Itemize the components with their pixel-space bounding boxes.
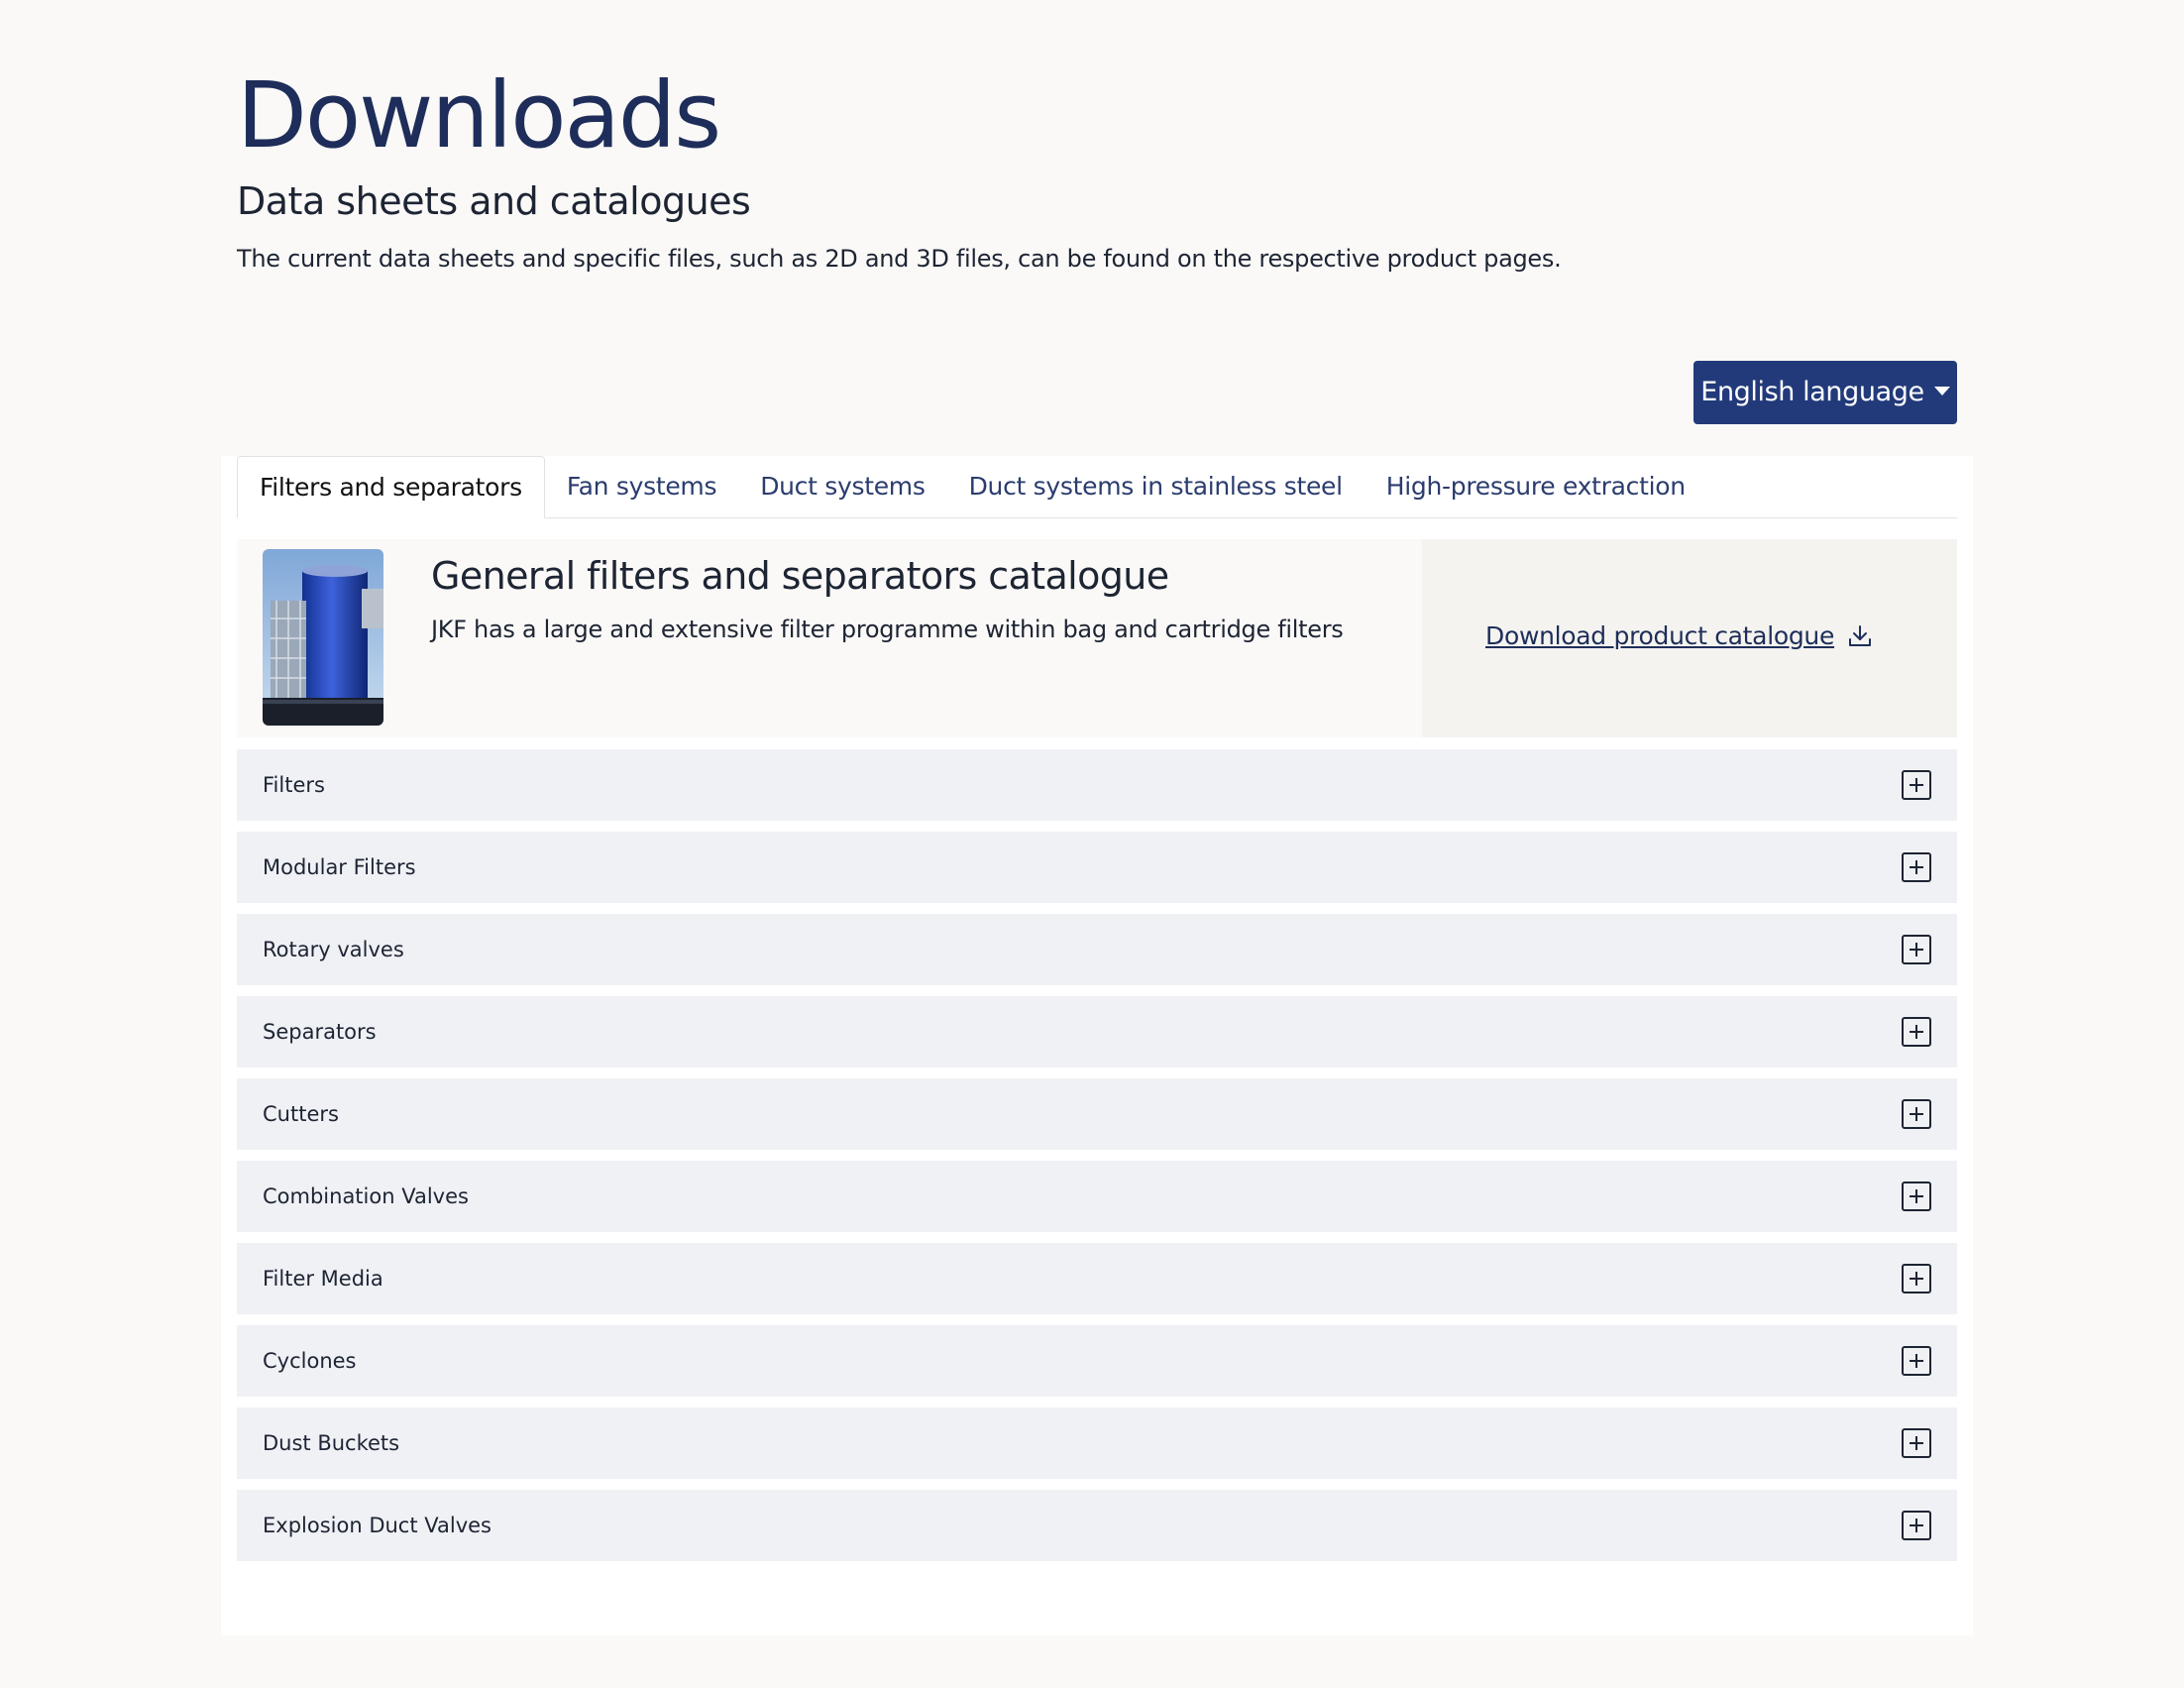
tab-high-pressure-extraction[interactable]: High-pressure extraction [1365, 456, 1707, 517]
tab-filters-and-separators[interactable]: Filters and separators [237, 456, 545, 518]
page-subtitle: Data sheets and catalogues [237, 179, 751, 223]
accordion-item-label: Dust Buckets [263, 1431, 400, 1455]
accordion-item-explosion-duct-valves[interactable]: Explosion Duct Valves [237, 1490, 1957, 1561]
download-link-label: Download product catalogue [1485, 621, 1835, 650]
accordion-item-label: Filters [263, 773, 325, 797]
accordion-item-filters[interactable]: Filters [237, 749, 1957, 821]
accordion-item-combination-valves[interactable]: Combination Valves [237, 1161, 1957, 1232]
plus-square-icon [1902, 1017, 1931, 1047]
accordion-item-label: Rotary valves [263, 938, 404, 961]
catalogue-thumbnail [263, 549, 383, 726]
accordion-item-separators[interactable]: Separators [237, 996, 1957, 1068]
page-intro: The current data sheets and specific fil… [237, 245, 1562, 273]
plus-square-icon [1902, 770, 1931, 800]
accordion-item-label: Modular Filters [263, 855, 416, 879]
plus-square-icon [1902, 935, 1931, 964]
accordion-item-label: Explosion Duct Valves [263, 1514, 491, 1537]
tab-duct-systems-stainless-steel[interactable]: Duct systems in stainless steel [947, 456, 1365, 517]
accordion-item-label: Filter Media [263, 1267, 383, 1291]
downloads-panel: Filters and separators Fan systems Duct … [221, 456, 1973, 1635]
plus-square-icon [1902, 852, 1931, 882]
catalogue-card: General filters and separators catalogue… [237, 539, 1957, 737]
accordion-item-filter-media[interactable]: Filter Media [237, 1243, 1957, 1314]
tab-duct-systems[interactable]: Duct systems [738, 456, 946, 517]
plus-square-icon [1902, 1099, 1931, 1129]
accordion-item-label: Combination Valves [263, 1184, 469, 1208]
accordion-item-dust-buckets[interactable]: Dust Buckets [237, 1407, 1957, 1479]
accordion-item-cyclones[interactable]: Cyclones [237, 1325, 1957, 1397]
download-product-catalogue-link[interactable]: Download product catalogue [1485, 619, 1874, 654]
catalogue-download-area: Download product catalogue [1422, 539, 1957, 737]
download-icon [1846, 622, 1874, 650]
tab-fan-systems[interactable]: Fan systems [545, 456, 738, 517]
language-dropdown-label: English language [1700, 377, 1924, 407]
accordion-item-label: Cyclones [263, 1349, 357, 1373]
catalogue-title: General filters and separators catalogue [431, 554, 1169, 598]
catalogue-description: JKF has a large and extensive filter pro… [431, 616, 1344, 643]
page-title: Downloads [237, 62, 721, 169]
plus-square-icon [1902, 1346, 1931, 1376]
plus-square-icon [1902, 1182, 1931, 1211]
caret-down-icon [1933, 386, 1950, 395]
category-tabs: Filters and separators Fan systems Duct … [237, 456, 1957, 518]
accordion-item-modular-filters[interactable]: Modular Filters [237, 832, 1957, 903]
accordion-item-cutters[interactable]: Cutters [237, 1078, 1957, 1150]
plus-square-icon [1902, 1428, 1931, 1458]
accordion-item-label: Separators [263, 1020, 377, 1044]
plus-square-icon [1902, 1264, 1931, 1294]
plus-square-icon [1902, 1511, 1931, 1540]
accordion-item-rotary-valves[interactable]: Rotary valves [237, 914, 1957, 985]
language-dropdown-button[interactable]: English language [1693, 361, 1957, 424]
product-accordion: Filters Modular Filters Rotary valves Se… [237, 749, 1957, 1572]
accordion-item-label: Cutters [263, 1102, 339, 1126]
